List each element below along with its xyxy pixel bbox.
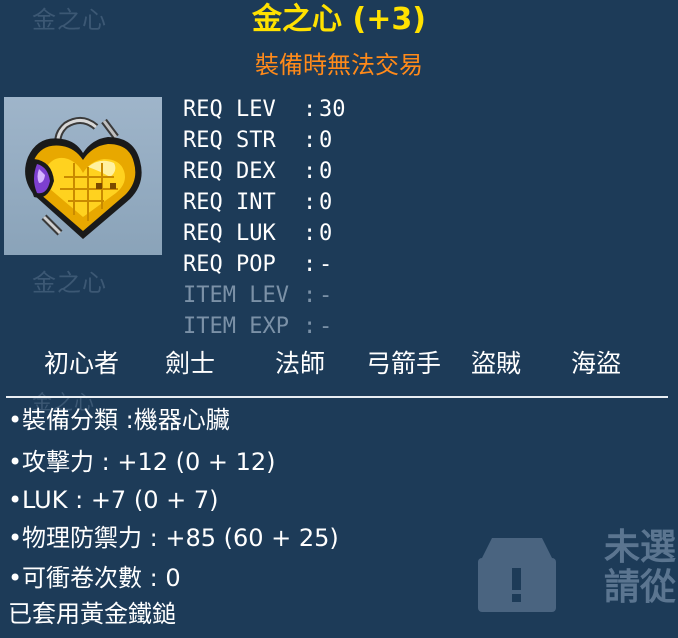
requirements-list: REQ LEV:30 REQ STR:0 REQ DEX:0 REQ INT:0… bbox=[183, 94, 403, 342]
bullet-icon: • bbox=[8, 524, 23, 552]
bullet-icon: • bbox=[8, 406, 23, 434]
stat-text: 裝備分類 :機器心臟 bbox=[22, 406, 230, 434]
req-row: REQ LEV:30 bbox=[183, 94, 403, 125]
lock-icon bbox=[472, 528, 562, 618]
stat-line: •裝備分類 :機器心臟 bbox=[8, 402, 230, 438]
req-label: ITEM EXP bbox=[183, 314, 289, 339]
req-separator: : bbox=[303, 221, 317, 246]
req-label: REQ STR bbox=[183, 128, 276, 153]
req-separator: : bbox=[303, 97, 317, 122]
bullet-icon: • bbox=[8, 564, 23, 592]
item-icon-frame bbox=[4, 97, 162, 255]
bullet-icon: • bbox=[8, 448, 23, 476]
req-value: 30 bbox=[319, 97, 346, 122]
req-value: - bbox=[319, 252, 333, 277]
stat-text: LUK : +7 (0 + 7) bbox=[22, 486, 219, 514]
req-value: 0 bbox=[319, 128, 333, 153]
req-value: 0 bbox=[319, 159, 333, 184]
req-row: REQ POP: - bbox=[183, 249, 403, 280]
background-hint-line: 請從 bbox=[604, 567, 677, 608]
req-value: 0 bbox=[319, 190, 333, 215]
req-separator: : bbox=[303, 283, 317, 308]
job-archer: 弓箭手 bbox=[366, 349, 442, 378]
req-value: - bbox=[319, 314, 333, 339]
job-thief: 盜賊 bbox=[471, 349, 522, 378]
req-separator: : bbox=[303, 159, 317, 184]
bullet-icon: • bbox=[8, 486, 23, 514]
req-row: REQ STR:0 bbox=[183, 125, 403, 156]
stat-line: •LUK : +7 (0 + 7) bbox=[8, 482, 218, 518]
req-row-dim: ITEM EXP: - bbox=[183, 311, 403, 342]
req-row-dim: ITEM LEV: - bbox=[183, 280, 403, 311]
gold-heart-icon bbox=[25, 117, 142, 239]
req-separator: : bbox=[303, 252, 317, 277]
req-row: REQ DEX:0 bbox=[183, 156, 403, 187]
ghost-item-name-2: 金之心 bbox=[32, 269, 107, 297]
item-tooltip: 金之心 金之心 (+3) 裝備時無法交易 金之心 REQ LEV: 30 RE… bbox=[0, 0, 678, 638]
req-label: REQ LEV bbox=[183, 97, 276, 122]
background-hint-line: 未選 bbox=[604, 528, 677, 568]
req-label: REQ POP bbox=[183, 252, 276, 277]
divider bbox=[6, 396, 668, 398]
item-title: 金之心 (+3) bbox=[252, 2, 426, 37]
stat-text: 物理防禦力 : +85 (60 + 25) bbox=[22, 524, 339, 552]
req-label: REQ INT bbox=[183, 190, 276, 215]
stat-line: •可衝卷次數 : 0 bbox=[8, 560, 181, 596]
stat-text: 攻擊力 : +12 (0 + 12) bbox=[22, 448, 276, 476]
job-pirate: 海盜 bbox=[571, 349, 622, 378]
req-separator: : bbox=[303, 190, 317, 215]
job-beginner: 初心者 bbox=[44, 349, 120, 378]
trade-restriction: 裝備時無法交易 bbox=[255, 51, 423, 79]
req-row: REQ LUK:0 bbox=[183, 218, 403, 249]
job-list: 初心者 劍士 法師 弓箭手 盜賊 海盜 bbox=[0, 344, 678, 384]
req-label: REQ LUK bbox=[183, 221, 276, 246]
req-separator: : bbox=[303, 128, 317, 153]
req-row: REQ INT:0 bbox=[183, 187, 403, 218]
req-label: ITEM LEV bbox=[183, 283, 289, 308]
req-value: 0 bbox=[319, 221, 333, 246]
job-warrior: 劍士 bbox=[165, 349, 216, 378]
req-separator: : bbox=[303, 314, 317, 339]
background-hint-text: 未選 請從 bbox=[604, 528, 678, 608]
stat-text: 可衝卷次數 : 0 bbox=[22, 564, 181, 592]
enhancement-note: 已套用黃金鐵鎚 bbox=[8, 600, 176, 628]
stat-line: •物理防禦力 : +85 (60 + 25) bbox=[8, 520, 339, 556]
req-value: - bbox=[319, 283, 333, 308]
req-label: REQ DEX bbox=[183, 159, 276, 184]
job-magician: 法師 bbox=[275, 349, 326, 378]
stat-line: •攻擊力 : +12 (0 + 12) bbox=[8, 444, 276, 480]
